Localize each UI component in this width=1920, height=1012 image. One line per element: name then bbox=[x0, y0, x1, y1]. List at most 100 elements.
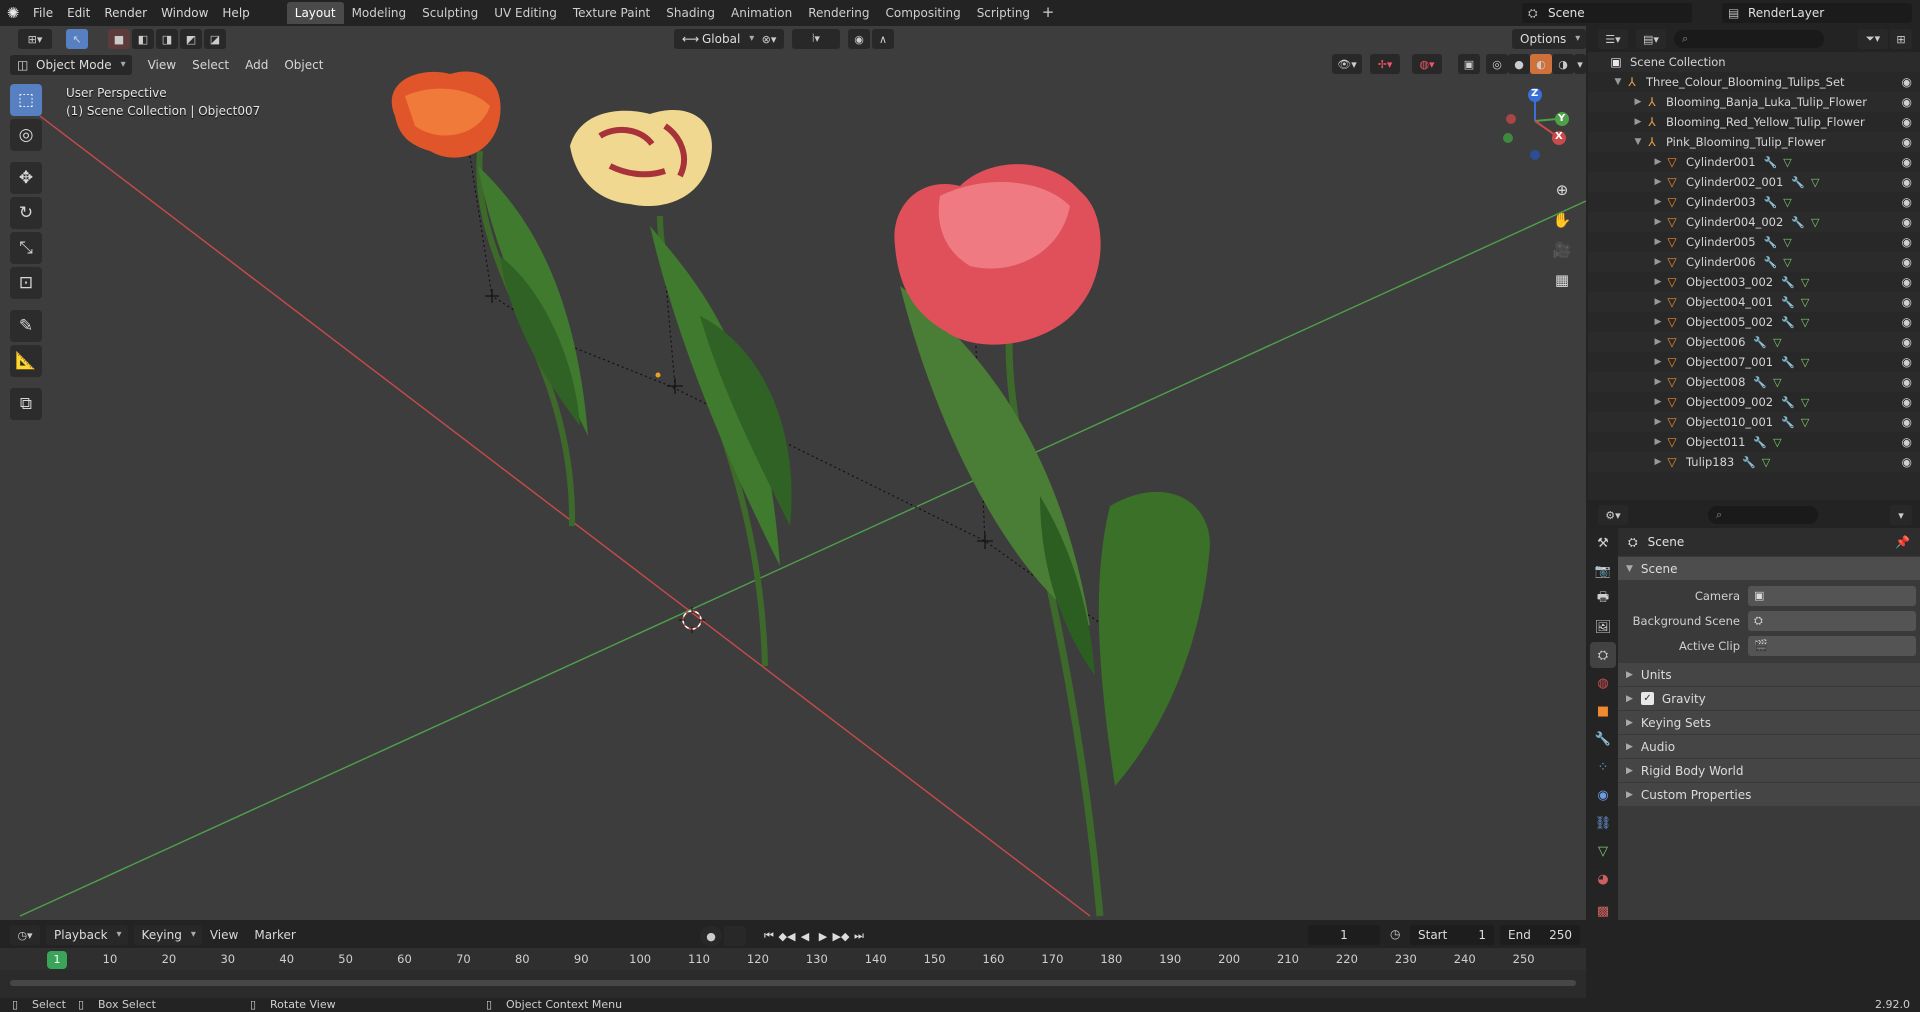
jump-keyframe-back-icon[interactable]: ◆◀ bbox=[778, 930, 796, 943]
jump-end-icon[interactable]: ⏭ bbox=[850, 929, 868, 943]
eye-icon[interactable]: ◉ bbox=[1902, 195, 1912, 209]
outliner-row-object[interactable]: ▶ ▽ Object011 🔧 ▽ ◉ bbox=[1588, 432, 1920, 452]
timeline-editor-type-icon[interactable]: ◷▾ bbox=[10, 925, 40, 945]
playback-dropdown[interactable]: Playback bbox=[46, 925, 128, 945]
mesh-data-icon[interactable]: ▽ bbox=[1783, 156, 1791, 169]
menu-window[interactable]: Window bbox=[154, 0, 215, 26]
expand-icon[interactable]: ▼ bbox=[1632, 137, 1644, 147]
modifier-icon[interactable]: 🔧 ▽ bbox=[1791, 176, 1819, 189]
outliner-row-object[interactable]: ▶ ▽ Cylinder001 🔧 ▽ ◉ bbox=[1588, 152, 1920, 172]
view-layer-selector[interactable]: ▤ RenderLayer bbox=[1722, 3, 1912, 23]
outliner-row-set[interactable]: ▼ ⅄ Three_Colour_Blooming_Tulips_Set ◉ bbox=[1588, 72, 1920, 92]
eye-icon[interactable]: ◉ bbox=[1902, 315, 1912, 329]
expand-icon[interactable]: ▶ bbox=[1652, 357, 1664, 367]
timeline-menu-view[interactable]: View bbox=[202, 928, 246, 942]
expand-icon[interactable]: ▶ bbox=[1652, 237, 1664, 247]
modifier-icon[interactable]: 🔧 ▽ bbox=[1764, 256, 1792, 269]
background-scene-field[interactable]: ⛭ bbox=[1748, 610, 1916, 631]
tab-rendering[interactable]: Rendering bbox=[800, 2, 877, 24]
outliner-row-object[interactable]: ▶ ▽ Object004_001 🔧 ▽ ◉ bbox=[1588, 292, 1920, 312]
panel-units[interactable]: ▶ Units bbox=[1618, 662, 1920, 686]
outliner-row-object[interactable]: ▶ ▽ Object007_001 🔧 ▽ ◉ bbox=[1588, 352, 1920, 372]
modifier-icon[interactable]: 🔧 ▽ bbox=[1791, 216, 1819, 229]
eye-icon[interactable]: ◉ bbox=[1902, 375, 1912, 389]
current-frame-indicator[interactable]: 1 bbox=[47, 951, 67, 969]
mesh-data-icon[interactable]: ▽ bbox=[1801, 276, 1809, 289]
modifier-tab-icon[interactable]: 🔧 bbox=[1590, 726, 1616, 752]
outliner-row-object[interactable]: ▶ ▽ Cylinder002_001 🔧 ▽ ◉ bbox=[1588, 172, 1920, 192]
eye-icon[interactable]: ◉ bbox=[1902, 235, 1912, 249]
tab-compositing[interactable]: Compositing bbox=[877, 2, 968, 24]
mesh-data-icon[interactable]: ▽ bbox=[1811, 216, 1819, 229]
tab-animation[interactable]: Animation bbox=[723, 2, 800, 24]
eye-icon[interactable]: ◉ bbox=[1902, 275, 1912, 289]
jump-keyframe-forward-icon[interactable]: ▶◆ bbox=[832, 930, 850, 943]
eye-icon[interactable]: ◉ bbox=[1902, 155, 1912, 169]
panel-audio[interactable]: ▶ Audio bbox=[1618, 734, 1920, 758]
constraints-tab-icon[interactable]: ⛓ bbox=[1590, 810, 1616, 836]
properties-options-icon[interactable]: ▾ bbox=[1890, 505, 1912, 525]
keying-dropdown[interactable]: Keying bbox=[133, 925, 202, 945]
pin-icon[interactable]: 📌 bbox=[1895, 535, 1910, 549]
expand-icon[interactable]: ▶ bbox=[1652, 217, 1664, 227]
menu-edit[interactable]: Edit bbox=[60, 0, 97, 26]
eye-icon[interactable]: ◉ bbox=[1902, 355, 1912, 369]
eye-icon[interactable]: ◉ bbox=[1902, 115, 1912, 129]
physics-tab-icon[interactable]: ◉ bbox=[1590, 782, 1616, 808]
expand-icon[interactable]: ▶ bbox=[1652, 317, 1664, 327]
mesh-data-icon[interactable]: ▽ bbox=[1801, 316, 1809, 329]
eye-icon[interactable]: ◉ bbox=[1902, 95, 1912, 109]
modifier-icon[interactable]: 🔧 ▽ bbox=[1764, 236, 1792, 249]
properties-editor-type-icon[interactable]: ⚙▾ bbox=[1598, 505, 1628, 525]
expand-icon[interactable]: ▶ bbox=[1632, 117, 1644, 127]
eye-icon[interactable]: ◉ bbox=[1902, 135, 1912, 149]
play-reverse-icon[interactable]: ◀ bbox=[796, 930, 814, 943]
modifier-icon[interactable]: 🔧 ▽ bbox=[1781, 276, 1809, 289]
tab-shading[interactable]: Shading bbox=[658, 2, 723, 24]
outliner-row-object[interactable]: ▶ ▽ Object009_002 🔧 ▽ ◉ bbox=[1588, 392, 1920, 412]
expand-icon[interactable]: ▼ bbox=[1612, 77, 1624, 87]
eye-icon[interactable]: ◉ bbox=[1902, 335, 1912, 349]
timeline-ruler[interactable]: 1 10 20 30 40 50 60 70 80 90 100 110 120 130 140 150 160… bbox=[0, 948, 1586, 970]
mesh-data-icon[interactable]: ▽ bbox=[1773, 336, 1781, 349]
outliner-row-object[interactable]: ▶ ▽ Object008 🔧 ▽ ◉ bbox=[1588, 372, 1920, 392]
expand-icon[interactable]: ▶ bbox=[1652, 337, 1664, 347]
tab-texture-paint[interactable]: Texture Paint bbox=[565, 2, 658, 24]
end-frame-field[interactable]: End 250 bbox=[1500, 925, 1580, 945]
eye-icon[interactable]: ◉ bbox=[1902, 455, 1912, 469]
panel-scene[interactable]: ▼ Scene bbox=[1618, 556, 1920, 580]
mesh-data-icon[interactable]: ▽ bbox=[1773, 376, 1781, 389]
modifier-icon[interactable]: 🔧 ▽ bbox=[1753, 376, 1781, 389]
modifier-icon[interactable]: 🔧 ▽ bbox=[1764, 196, 1792, 209]
outliner-row-object[interactable]: ▶ ▽ Object006 🔧 ▽ ◉ bbox=[1588, 332, 1920, 352]
preview-range-icon[interactable]: ◷ bbox=[1390, 927, 1400, 941]
eye-icon[interactable]: ◉ bbox=[1902, 75, 1912, 89]
expand-icon[interactable]: ▶ bbox=[1652, 437, 1664, 447]
menu-file[interactable]: File bbox=[26, 0, 60, 26]
outliner-row-child[interactable]: ▶ ⅄ Blooming_Banja_Luka_Tulip_Flower ◉ bbox=[1588, 92, 1920, 112]
outliner-row-object[interactable]: ▶ ▽ Object005_002 🔧 ▽ ◉ bbox=[1588, 312, 1920, 332]
tab-layout[interactable]: Layout bbox=[286, 2, 344, 24]
modifier-icon[interactable]: 🔧 ▽ bbox=[1781, 396, 1809, 409]
modifier-icon[interactable]: 🔧 ▽ bbox=[1764, 156, 1792, 169]
outliner-row-object[interactable]: ▶ ▽ Cylinder004_002 🔧 ▽ ◉ bbox=[1588, 212, 1920, 232]
tab-uv-editing[interactable]: UV Editing bbox=[486, 2, 565, 24]
add-workspace-button[interactable]: + bbox=[1038, 3, 1058, 23]
eye-icon[interactable]: ◉ bbox=[1902, 255, 1912, 269]
modifier-icon[interactable]: 🔧 ▽ bbox=[1753, 336, 1781, 349]
expand-icon[interactable]: ▶ bbox=[1652, 257, 1664, 267]
panel-keying-sets[interactable]: ▶ Keying Sets bbox=[1618, 710, 1920, 734]
jump-start-icon[interactable]: ⏮ bbox=[760, 929, 778, 943]
expand-icon[interactable]: ▶ bbox=[1652, 457, 1664, 467]
tab-scripting[interactable]: Scripting bbox=[969, 2, 1038, 24]
modifier-icon[interactable]: 🔧 ▽ bbox=[1742, 456, 1770, 469]
outliner-row-object[interactable]: ▶ ▽ Cylinder005 🔧 ▽ ◉ bbox=[1588, 232, 1920, 252]
outliner-row-object[interactable]: ▶ ▽ Tulip183 🔧 ▽ ◉ bbox=[1588, 452, 1920, 472]
expand-icon[interactable]: ▶ bbox=[1652, 197, 1664, 207]
blender-logo-icon[interactable]: ✺ bbox=[0, 0, 26, 26]
scene-selector[interactable]: ⛭ Scene bbox=[1522, 3, 1692, 23]
mesh-data-icon[interactable]: ▽ bbox=[1811, 176, 1819, 189]
gravity-checkbox[interactable]: ✓ bbox=[1640, 692, 1654, 705]
panel-gravity[interactable]: ▶ ✓ Gravity bbox=[1618, 686, 1920, 710]
tab-modeling[interactable]: Modeling bbox=[344, 2, 415, 24]
